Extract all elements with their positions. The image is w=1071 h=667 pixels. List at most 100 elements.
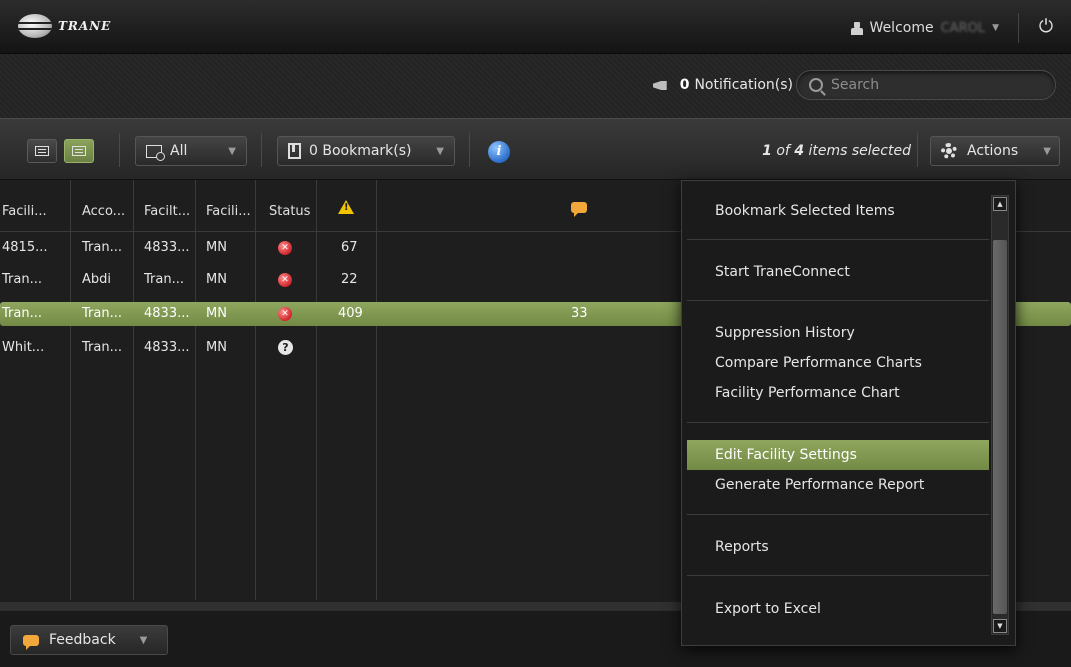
chevron-down-icon: ▼ (436, 145, 444, 157)
state-cell: MN (206, 240, 227, 255)
notification-label: Notification(s) (694, 77, 793, 93)
alarm-count-cell: 67 (341, 240, 358, 255)
trane-logo: TRANE (18, 14, 111, 38)
facility-id-cell: Whit... (2, 340, 45, 355)
menu-separator (687, 422, 989, 423)
search-input[interactable]: Search (796, 70, 1056, 100)
menu-item-suppression-history[interactable]: Suppression History (687, 318, 989, 348)
column-header[interactable]: Facilt... (144, 204, 190, 219)
username: CAROL (940, 20, 986, 36)
menu-item-compare-performance-charts[interactable]: Compare Performance Charts (687, 348, 989, 378)
selected-suffix: items selected (808, 143, 911, 159)
detail-view-button[interactable] (27, 139, 57, 163)
bookmark-label: 0 Bookmark(s) (309, 143, 412, 159)
facility-id-cell: Tran... (2, 272, 42, 287)
feedback-button[interactable]: Feedback ▼ (10, 625, 168, 655)
chevron-down-icon: ▼ (139, 634, 148, 646)
search-icon (809, 78, 823, 92)
trane-logo-icon (18, 14, 52, 38)
facility-id-cell: 4815... (2, 240, 48, 255)
menu-separator (687, 575, 989, 576)
feedback-label: Feedback (49, 632, 116, 648)
actions-menu: Bookmark Selected Items Start TraneConne… (681, 180, 1016, 646)
filter-dropdown[interactable]: All ▼ (135, 136, 247, 166)
menu-item-generate-performance-report[interactable]: Generate Performance Report (687, 470, 989, 500)
brand-name: TRANE (58, 19, 112, 33)
menu-item-export-to-excel[interactable]: Export to Excel (687, 594, 989, 624)
alarm-count-cell: 22 (341, 272, 358, 287)
list-view-button[interactable] (64, 139, 94, 163)
state-cell: MN (206, 306, 227, 321)
facility-cell: Tran... (144, 272, 184, 287)
actions-button[interactable]: Actions ▼ (930, 136, 1060, 166)
filter-label: All (170, 143, 188, 159)
notification-count: 0 (679, 77, 690, 93)
divider (119, 133, 120, 167)
selection-count: 1 of 4 items selected (762, 143, 911, 159)
info-icon[interactable]: i (488, 141, 510, 163)
column-header[interactable]: Facili... (206, 204, 251, 219)
menu-separator (687, 239, 989, 240)
menu-item-edit-facility-settings[interactable]: Edit Facility Settings (687, 440, 989, 470)
megaphone-icon (653, 78, 675, 92)
chevron-down-icon: ▼ (228, 145, 236, 157)
facility-cell: 4833... (144, 240, 190, 255)
comment-icon[interactable] (571, 202, 587, 217)
divider (469, 133, 470, 167)
divider (261, 133, 262, 167)
notifications-button[interactable]: 0 Notification(s) (653, 77, 793, 93)
chevron-down-icon: ▼ (992, 23, 999, 33)
bookmark-icon (288, 143, 301, 159)
menu-item-facility-performance-chart[interactable]: Facility Performance Chart (687, 378, 989, 408)
filter-icon (146, 144, 165, 161)
list-view-icon (72, 146, 86, 156)
menu-scrollbar[interactable]: ▲ ▼ (991, 195, 1009, 635)
selected-count: 1 (762, 143, 772, 159)
selected-of: of (776, 143, 790, 159)
menu-item-reports[interactable]: Reports (687, 532, 989, 562)
detail-view-icon (35, 146, 49, 156)
feedback-icon (23, 634, 39, 650)
scroll-down-icon[interactable]: ▼ (993, 619, 1007, 633)
user-menu[interactable]: Welcome CAROL ▼ (850, 20, 999, 36)
chevron-down-icon: ▼ (1043, 145, 1051, 157)
actions-label: Actions (967, 143, 1019, 159)
menu-separator (687, 300, 989, 301)
divider (917, 133, 918, 167)
facility-cell: 4833... (144, 306, 190, 321)
column-header[interactable]: Facili... (2, 204, 47, 219)
state-cell: MN (206, 272, 227, 287)
facility-cell: 4833... (144, 340, 190, 355)
menu-item-bookmark-selected[interactable]: Bookmark Selected Items (687, 196, 989, 226)
column-header[interactable]: Acco... (82, 204, 125, 219)
menu-separator (687, 514, 989, 515)
error-status-icon: ✕ (278, 273, 292, 287)
error-status-icon: ✕ (278, 241, 292, 255)
gear-icon (941, 143, 957, 159)
alarm-count-cell: 409 (338, 306, 363, 321)
selected-total: 4 (794, 143, 805, 159)
comment-count-cell: 33 (571, 306, 588, 321)
menu-item-start-traneconnect[interactable]: Start TraneConnect (687, 257, 989, 287)
error-status-icon: ✕ (278, 307, 292, 321)
bookmark-dropdown[interactable]: 0 Bookmark(s) ▼ (277, 136, 455, 166)
toolbar: All ▼ 0 Bookmark(s) ▼ i 1 of 4 items sel… (0, 118, 1071, 180)
account-cell: Tran... (82, 306, 122, 321)
top-bar: TRANE Welcome CAROL ▼ ⏻ (0, 0, 1071, 54)
scroll-up-icon[interactable]: ▲ (993, 197, 1007, 211)
facility-id-cell: Tran... (2, 306, 42, 321)
column-header[interactable]: Status (269, 204, 310, 219)
account-cell: Abdi (82, 272, 112, 287)
unknown-status-icon: ? (278, 340, 293, 355)
divider (1018, 13, 1019, 43)
scrollbar-thumb[interactable] (993, 240, 1007, 614)
user-icon (850, 21, 863, 35)
welcome-label: Welcome (869, 20, 934, 36)
power-icon[interactable]: ⏻ (1035, 16, 1057, 38)
notification-bar: 0 Notification(s) Search (0, 54, 1071, 118)
account-cell: Tran... (82, 240, 122, 255)
alarm-warning-icon[interactable] (338, 200, 354, 214)
state-cell: MN (206, 340, 227, 355)
search-placeholder: Search (831, 77, 880, 93)
account-cell: Tran... (82, 340, 122, 355)
